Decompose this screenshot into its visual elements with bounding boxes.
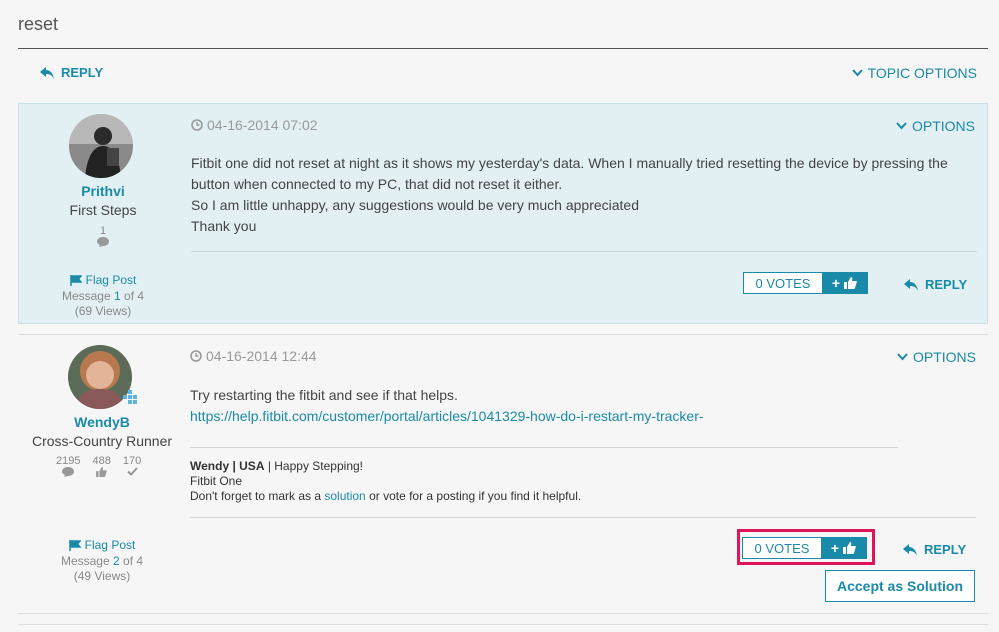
message-prefix: Message — [60, 554, 110, 568]
bottom-divider — [18, 624, 988, 625]
post-date: 04-16-2014 07:02 — [191, 117, 318, 133]
author-info: Prithvi First Steps 1 — [19, 183, 187, 250]
thumbs-up-icon — [844, 277, 857, 289]
avatar[interactable] — [69, 114, 133, 178]
reply-arrow-icon — [903, 543, 917, 556]
signature-device: Fitbit One — [190, 474, 243, 488]
flag-post-link[interactable]: Flag Post — [19, 273, 187, 287]
message-counter: Message 2 of 4 — [18, 554, 186, 568]
stat-solutions: 170 — [123, 455, 141, 480]
votes-count[interactable]: 0 VOTES — [744, 273, 822, 293]
author-rank: First Steps — [69, 202, 137, 218]
checkmark-icon — [126, 467, 138, 476]
post-options-label: OPTIONS — [911, 118, 975, 134]
chevron-down-icon — [897, 353, 908, 361]
top-reply-label: REPLY — [61, 65, 104, 80]
post-body: Try restarting the fitbit and see if tha… — [190, 385, 980, 427]
signature-note-pre: Don't forget to mark as a — [190, 489, 325, 503]
signature-note-post: or vote for a posting if you find it hel… — [365, 489, 582, 503]
reply-label: REPLY — [924, 542, 967, 557]
signature-tagline: | Happy Stepping! — [264, 459, 363, 473]
badge-icon — [123, 390, 137, 404]
votes-widget: 0 VOTES + — [743, 272, 868, 294]
post-body-line: So I am little unhappy, any suggestions … — [191, 197, 639, 213]
reply-arrow-icon — [40, 66, 54, 79]
votes-highlight-box — [737, 529, 875, 565]
page-title: reset — [18, 14, 59, 34]
flag-post-label: Flag Post — [84, 538, 136, 552]
clock-icon — [190, 350, 202, 362]
author-info: WendyB Cross-Country Runner — [18, 414, 186, 449]
author-rank: Cross-Country Runner — [31, 433, 173, 449]
solution-link[interactable]: solution — [324, 489, 365, 503]
kudo-button[interactable]: + — [822, 273, 867, 293]
post-date-text: 04-16-2014 12:44 — [206, 348, 317, 364]
message-counter: Message 1 of 4 — [19, 289, 187, 303]
author-stats: 1 — [19, 225, 187, 250]
thumbs-up-icon — [96, 467, 107, 477]
post-date-text: 04-16-2014 07:02 — [207, 117, 318, 133]
post-body-line: Fitbit one did not reset at night as it … — [191, 155, 948, 171]
messages-count: 1 — [99, 225, 107, 237]
messages-count: 2195 — [56, 455, 81, 467]
post-body-line: button when connected to my PC, that did… — [191, 176, 563, 192]
flag-post-label: Flag Post — [85, 273, 137, 287]
flag-icon — [68, 539, 81, 551]
author-stats: 2195 488 170 — [56, 455, 141, 480]
comment-icon — [97, 237, 109, 247]
flag-icon — [69, 274, 82, 286]
post-options-label: OPTIONS — [912, 349, 976, 365]
signature-line1: Wendy | USA | Happy Stepping! — [190, 459, 581, 474]
signature-name: Wendy | USA — [190, 459, 265, 473]
message-suffix: of 4 — [123, 554, 144, 568]
flag-post-link[interactable]: Flag Post — [18, 538, 186, 552]
author-name[interactable]: WendyB — [18, 414, 186, 430]
stat-messages: 2195 — [56, 455, 80, 480]
post-body-line: Try restarting the fitbit and see if tha… — [190, 387, 458, 403]
topic-options-button[interactable]: TOPIC OPTIONS — [851, 65, 977, 81]
reply-label: REPLY — [925, 277, 968, 292]
reply-button[interactable]: REPLY — [903, 542, 966, 557]
chevron-down-icon — [851, 69, 863, 77]
plus-icon: + — [831, 275, 841, 291]
signature-note: Don't forget to mark as a solution or vo… — [190, 489, 581, 504]
comment-icon — [62, 467, 75, 477]
signature-divider — [190, 447, 898, 448]
reply-button[interactable]: REPLY — [904, 277, 967, 292]
signature: Wendy | USA | Happy Stepping! Fitbit One… — [190, 459, 581, 504]
stat-kudos: 488 — [92, 455, 111, 480]
topic-options-label: TOPIC OPTIONS — [867, 65, 977, 81]
avatar-image — [69, 114, 133, 178]
top-reply-button[interactable]: REPLY — [40, 65, 103, 80]
post-options-button[interactable]: OPTIONS — [897, 349, 976, 365]
message-number[interactable]: 2 — [113, 554, 120, 568]
post-1: Prithvi First Steps 1 Flag Post Message … — [18, 103, 988, 324]
message-suffix: of 4 — [124, 289, 145, 303]
views-count: (69 Views) — [74, 304, 132, 318]
solutions-count: 170 — [122, 455, 142, 467]
post-date: 04-16-2014 12:44 — [190, 348, 317, 364]
post-body-line: Thank you — [191, 218, 257, 234]
kudos-count: 488 — [92, 455, 111, 467]
reply-arrow-icon — [904, 278, 918, 291]
title-divider — [18, 48, 988, 49]
post-divider — [190, 517, 976, 518]
message-number[interactable]: 1 — [114, 289, 121, 303]
chevron-down-icon — [896, 122, 907, 130]
post-divider — [191, 251, 977, 252]
post-body-link[interactable]: https://help.fitbit.com/customer/portal/… — [190, 406, 980, 427]
message-prefix: Message — [61, 289, 111, 303]
accept-solution-button[interactable]: Accept as Solution — [825, 570, 975, 602]
views-count: (49 Views) — [73, 569, 131, 583]
post-options-button[interactable]: OPTIONS — [896, 118, 975, 134]
clock-icon — [191, 119, 203, 131]
post-body: Fitbit one did not reset at night as it … — [191, 153, 981, 237]
author-name[interactable]: Prithvi — [19, 183, 187, 199]
